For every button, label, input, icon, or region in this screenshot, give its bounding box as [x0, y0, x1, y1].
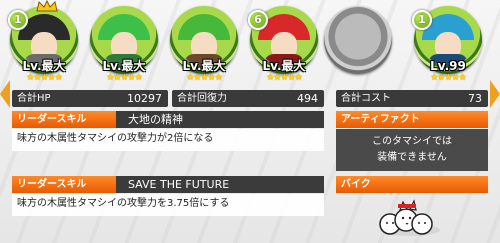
bike-tag: バイク — [336, 176, 488, 193]
count-badge: 1 — [8, 10, 28, 30]
total-cost-bar: 合計コスト 73 — [336, 90, 488, 107]
artifact-message-line2: 装備できません — [377, 152, 447, 163]
leader-skill-tag: リーダースキル — [12, 176, 116, 193]
rarity-stars: ★★★★★ — [186, 73, 222, 83]
total-hp-label: 合計HP — [17, 93, 51, 104]
total-cost-label: 合計コスト — [341, 93, 391, 104]
count-badge: 1 — [412, 10, 432, 30]
leader-skill-2-desc: 味方の木属性タマシイの攻撃力を3.75倍にする — [12, 194, 324, 216]
leader-skill-tag: リーダースキル — [12, 111, 116, 128]
artifact-message: このタマシイでは 装備できません — [336, 129, 488, 171]
total-heal-bar: 合計回復力 494 — [172, 90, 324, 107]
leader-skill-1-header: リーダースキル 大地の精神 — [12, 111, 324, 128]
leader-skill-name: 大地の精神 — [128, 113, 183, 126]
leader-skill-2-header: リーダースキル SAVE THE FUTURE — [12, 176, 324, 193]
total-hp-bar: 合計HP 10297 — [12, 90, 168, 107]
rarity-stars: ★★★★★ — [26, 73, 62, 83]
next-arrow[interactable] — [490, 80, 500, 108]
crown-icon — [36, 0, 58, 12]
rarity-stars: ★★★★★ — [266, 73, 302, 83]
total-hp-value: 10297 — [127, 92, 162, 105]
total-heal-label: 合計回復力 — [177, 93, 227, 104]
leader-skill-name: SAVE THE FUTURE — [128, 178, 230, 191]
rarity-stars: ★★★★★ — [430, 73, 466, 83]
character-slot-1[interactable]: 1 Lv.最大 ★★★★★ — [6, 0, 82, 86]
total-heal-value: 494 — [297, 92, 318, 105]
empty-ring — [324, 6, 392, 74]
rarity-stars: ★★★★★ — [106, 73, 142, 83]
bike-header: バイク — [336, 176, 488, 193]
total-cost-value: 73 — [468, 92, 482, 105]
artifact-header: アーティファクト — [336, 111, 488, 128]
character-slot-2[interactable]: Lv.最大 ★★★★★ — [86, 4, 162, 86]
bike-cat-icon[interactable] — [370, 194, 450, 240]
character-slot-4[interactable]: 6 Lv.最大 ★★★★★ — [246, 4, 322, 86]
leader-skill-1-desc: 味方の木属性タマシイの攻撃力が2倍になる — [12, 129, 324, 151]
count-badge: 6 — [248, 10, 268, 30]
character-slot-3[interactable]: Lv.最大 ★★★★★ — [166, 4, 242, 86]
character-slot-5[interactable]: 1 Lv.99 ★★★★★ — [410, 4, 486, 86]
empty-character-slot[interactable] — [324, 6, 394, 76]
artifact-message-line1: このタマシイでは — [372, 136, 452, 147]
artifact-tag: アーティファクト — [336, 111, 488, 128]
